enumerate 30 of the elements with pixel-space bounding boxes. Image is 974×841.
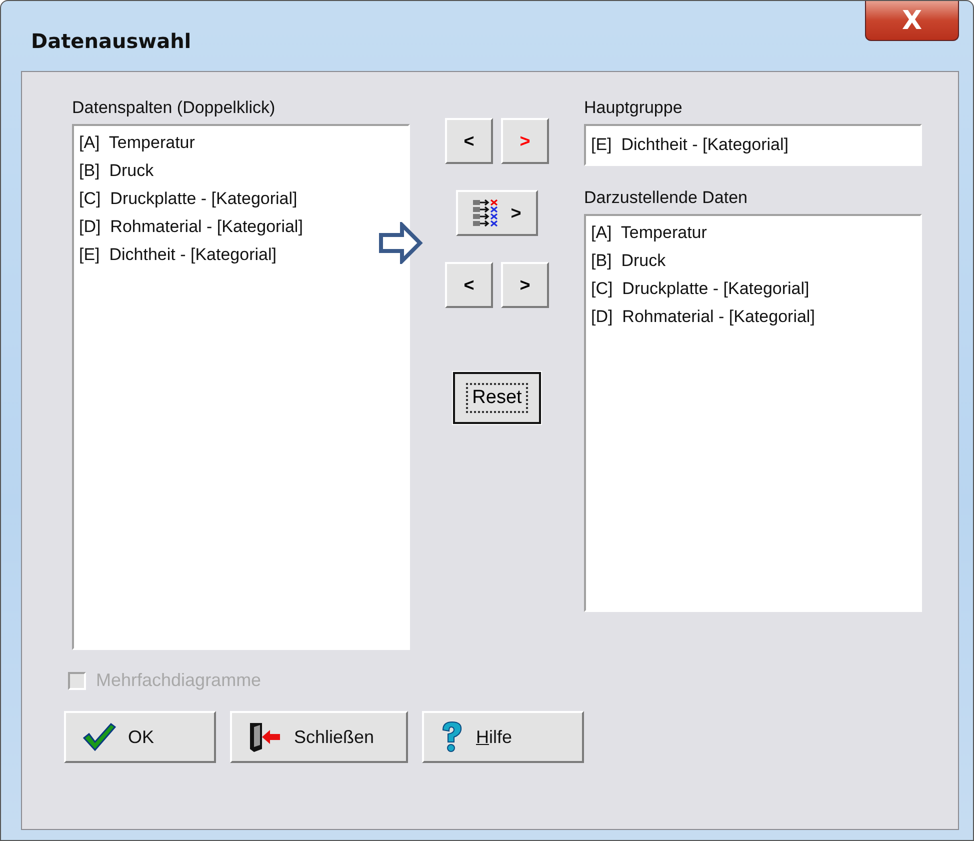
list-label: Darzustellende Daten xyxy=(584,188,748,208)
list-item[interactable]: [B] Druck xyxy=(591,247,666,275)
list-item[interactable]: [C] Druckplatte - [Kategorial] xyxy=(79,185,298,213)
close-button[interactable]: Schließen xyxy=(230,711,408,763)
checkmark-icon xyxy=(82,722,116,752)
list-item[interactable]: [B] Druck xyxy=(79,157,154,185)
selected-data-list[interactable]: [A] Temperatur [B] Druck [C] Druckplatte - [Kategorial] [D] Rohmaterial - [Kategorial] xyxy=(584,214,922,612)
close-button[interactable]: X xyxy=(865,1,959,41)
list-label: Datenspalten (Doppelklick) xyxy=(72,98,276,118)
reset-button[interactable]: Reset xyxy=(453,372,541,424)
list-item[interactable]: [D] Rohmaterial - [Kategorial] xyxy=(79,213,303,241)
window-title: Datenauswahl xyxy=(31,29,192,53)
list-item[interactable]: [D] Rohmaterial - [Kategorial] xyxy=(591,303,815,331)
list-item[interactable]: [A] Temperatur xyxy=(591,219,707,247)
checkbox-label: Mehrfachdiagramme xyxy=(96,670,262,691)
question-mark-icon xyxy=(440,721,464,753)
exit-door-icon xyxy=(248,721,282,753)
list-item[interactable]: [A] Temperatur xyxy=(79,129,195,157)
help-button[interactable]: Hilfe xyxy=(422,711,584,763)
list-item[interactable]: [C] Druckplatte - [Kategorial] xyxy=(591,275,810,303)
list-item[interactable]: [E] Dichtheit - [Kategorial] xyxy=(79,241,276,269)
columns-list[interactable]: [A] Temperatur [B] Druck [C] Druckplatte - [Kategorial] [D] Rohmaterial - [Kategorial] [E] Dichtheit - [Kategorial] xyxy=(72,124,410,650)
field-label: Hauptgruppe xyxy=(584,98,684,118)
multi-select-button[interactable]: > xyxy=(456,190,538,236)
main-group-field[interactable]: [E] Dichtheit - [Kategorial] xyxy=(584,124,922,166)
arrow-button[interactable]: < xyxy=(445,118,493,164)
right-arrow-icon xyxy=(378,222,424,264)
arrow-button[interactable]: < xyxy=(445,262,493,308)
arrow-button[interactable]: > xyxy=(501,262,549,308)
ok-button[interactable]: OK xyxy=(64,711,216,763)
